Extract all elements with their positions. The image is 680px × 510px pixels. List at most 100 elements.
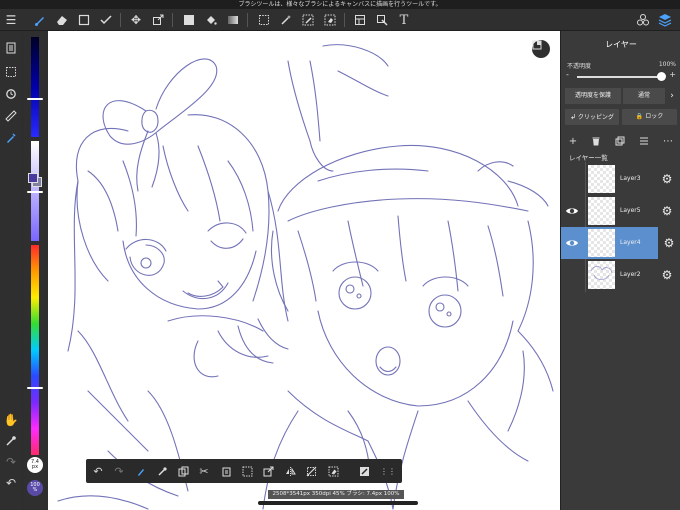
brightness-knob[interactable]: [27, 98, 43, 100]
rotate-icon[interactable]: [2, 85, 20, 103]
layer-thumbnail: [588, 165, 615, 193]
layer-thumbnail: [588, 197, 615, 225]
layer-sketch-preview: [590, 265, 613, 280]
gear-icon[interactable]: ⚙: [658, 227, 680, 259]
clipping-icon: ↲: [570, 113, 576, 121]
eye-icon[interactable]: [565, 204, 579, 218]
material-icon[interactable]: [634, 11, 652, 29]
layer-name: Layer4: [620, 239, 641, 246]
select-pen-icon[interactable]: [299, 11, 317, 29]
more-options-icon[interactable]: ⋯: [661, 134, 675, 148]
gear-icon[interactable]: ⚙: [660, 172, 674, 186]
hue-knob[interactable]: [27, 387, 43, 389]
blend-mode-arrow[interactable]: ›: [667, 88, 677, 104]
pages-icon[interactable]: [2, 39, 20, 57]
toolbar-separator: [344, 13, 345, 27]
layer-name: Layer2: [620, 271, 641, 278]
brightness-bar[interactable]: [31, 37, 39, 137]
clipping-label: クリッピング: [577, 114, 614, 121]
redo-icon[interactable]: ↷: [2, 453, 20, 471]
selection-icon[interactable]: [2, 63, 20, 81]
brush-select-icon[interactable]: [132, 462, 150, 480]
opacity-slider[interactable]: [577, 76, 665, 78]
lock-label: ロック: [645, 113, 664, 120]
layer-list-icon[interactable]: [637, 134, 651, 148]
select-eraser-icon[interactable]: [321, 11, 339, 29]
eyedropper-icon[interactable]: [153, 462, 171, 480]
eye-icon[interactable]: [565, 236, 579, 250]
transform-select-icon[interactable]: [373, 11, 391, 29]
eraser-icon[interactable]: [53, 11, 71, 29]
layers-icon[interactable]: [656, 11, 674, 29]
line-art-sketch: [57, 44, 554, 510]
layer-row-layer3[interactable]: Layer3 ⚙: [561, 163, 680, 195]
invert-icon[interactable]: [355, 462, 373, 480]
select-eraser-icon[interactable]: [324, 462, 342, 480]
bottom-action-bar: ↶ ↷ ✂ ⋮⋮: [86, 459, 402, 483]
pen-blue-icon[interactable]: [2, 129, 20, 147]
opacity-button[interactable]: 100 %: [27, 480, 43, 496]
layer-row-layer2[interactable]: Layer2 ⚙: [561, 259, 680, 291]
clipping-button[interactable]: ↲ クリッピング: [565, 109, 619, 125]
layer-thumbnail: [588, 261, 615, 289]
rect-select-icon[interactable]: [75, 11, 93, 29]
transform-icon[interactable]: [149, 11, 167, 29]
transform-icon[interactable]: [259, 462, 277, 480]
lock-button[interactable]: 🔒 ロック: [622, 109, 677, 125]
ruler-icon[interactable]: [2, 107, 20, 125]
toolbar-separator: [247, 13, 248, 27]
panel-title: レイヤー: [605, 40, 637, 49]
canvas-view-button[interactable]: [532, 40, 550, 58]
lasso-check-icon[interactable]: [97, 11, 115, 29]
trash-icon[interactable]: [589, 134, 603, 148]
layer-row-layer4[interactable]: Layer4 ⚙: [561, 227, 680, 259]
gradient-icon[interactable]: [224, 11, 242, 29]
opacity-slider-thumb[interactable]: [657, 72, 666, 81]
hand-icon[interactable]: ✋: [2, 411, 20, 429]
select-all-icon[interactable]: [238, 462, 256, 480]
fill-rect-icon[interactable]: [180, 11, 198, 29]
home-indicator: [258, 501, 418, 505]
redo-icon[interactable]: ↷: [110, 462, 128, 480]
opacity-value: 100%: [658, 61, 676, 68]
toolbar-separator: [120, 13, 121, 27]
undo-icon[interactable]: ↶: [89, 462, 107, 480]
cut-icon[interactable]: ✂: [195, 462, 213, 480]
copy-icon[interactable]: [174, 462, 192, 480]
top-toolbar: ☰ ✥ T: [0, 9, 680, 31]
flip-icon[interactable]: [281, 462, 299, 480]
paste-icon[interactable]: [217, 462, 235, 480]
hue-bar[interactable]: [31, 245, 39, 455]
blend-mode-button[interactable]: 通常: [623, 88, 665, 104]
duplicate-layer-icon[interactable]: [613, 134, 627, 148]
text-icon[interactable]: T: [395, 11, 413, 29]
gear-icon[interactable]: ⚙: [660, 204, 674, 218]
brush-icon[interactable]: [31, 11, 49, 29]
clip-lock-row: ↲ クリッピング 🔒 ロック: [565, 109, 677, 125]
undo-icon[interactable]: ↶: [2, 474, 20, 492]
window-icon: [532, 40, 542, 50]
color-strip: 7.4 px 100 %: [24, 31, 44, 510]
add-layer-icon[interactable]: +: [566, 134, 580, 148]
magic-wand-icon[interactable]: [277, 11, 295, 29]
saturation-knob[interactable]: [27, 191, 43, 193]
gear-icon[interactable]: ⚙: [660, 268, 674, 282]
layer-name: Layer3: [620, 175, 641, 182]
opacity-decrease-button[interactable]: -: [566, 70, 569, 79]
brush-size-button[interactable]: 7.4 px: [27, 457, 43, 473]
opacity-increase-button[interactable]: +: [669, 70, 676, 79]
drawing-canvas[interactable]: [48, 31, 560, 510]
lock-icon: 🔒: [635, 113, 644, 120]
menu-icon[interactable]: ☰: [2, 11, 20, 29]
bucket-icon[interactable]: [202, 11, 220, 29]
layer-row-layer5[interactable]: Layer5 ⚙: [561, 195, 680, 227]
color-swatch-pair[interactable]: [28, 173, 42, 187]
tool-notice-banner: ブラシツールは、様々なブラシによるキャンバスに描画を行うツールです。: [0, 0, 680, 9]
select-rect-icon[interactable]: [255, 11, 273, 29]
ruler-grid-icon[interactable]: [351, 11, 369, 29]
move-icon[interactable]: ✥: [127, 11, 145, 29]
deselect-icon[interactable]: [302, 462, 320, 480]
more-dots-icon[interactable]: ⋮⋮: [379, 462, 397, 480]
preserve-alpha-button[interactable]: 透明度を保護: [565, 88, 621, 104]
eyedropper-icon[interactable]: [2, 432, 20, 450]
